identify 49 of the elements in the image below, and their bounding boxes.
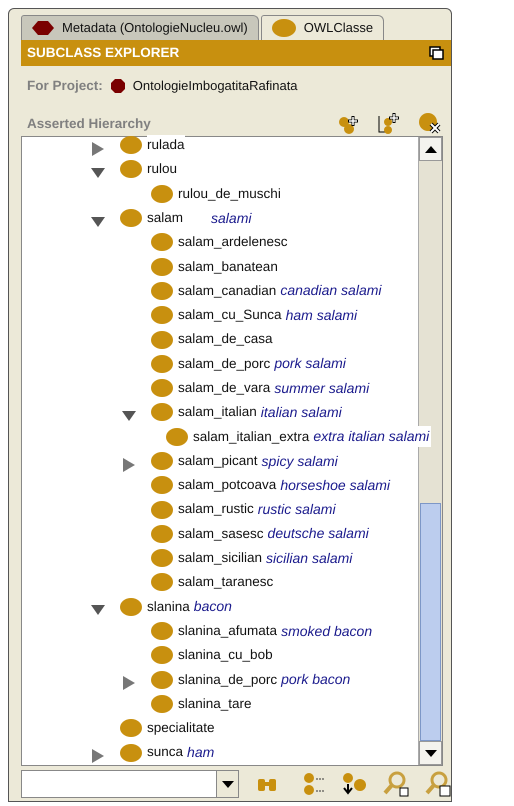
class-icon xyxy=(151,622,173,640)
class-icon xyxy=(151,549,173,568)
class-icon xyxy=(151,184,173,203)
class-icon xyxy=(151,573,173,592)
metadata-icon xyxy=(32,21,54,35)
class-icon xyxy=(151,282,173,300)
class-icon xyxy=(166,428,188,446)
class-icon xyxy=(151,258,173,276)
class-icon xyxy=(120,719,142,738)
class-icon xyxy=(120,598,142,616)
class-icon xyxy=(151,330,173,349)
class-icon xyxy=(120,744,142,762)
class-annotation: extra italian salami xyxy=(313,426,432,448)
project-name: OntologieImbogatitaRafinata xyxy=(132,77,298,96)
tab[interactable]: Metadata (OntologieNucleu.owl) xyxy=(21,15,259,40)
hierarchy-label: Asserted Hierarchy xyxy=(27,114,151,133)
dotted-list-icon[interactable] xyxy=(303,772,325,796)
down-arrow-icon xyxy=(424,750,436,756)
scroll-up-button[interactable] xyxy=(419,137,442,161)
class-icon xyxy=(151,694,173,713)
up-arrow-icon xyxy=(424,146,436,152)
class-icon xyxy=(120,136,142,154)
create-sibling-icon[interactable] xyxy=(377,112,401,134)
dropdown-caret-icon xyxy=(222,780,234,788)
project-label: For Project: xyxy=(27,76,103,95)
scroll-thumb[interactable] xyxy=(420,503,441,741)
class-icon xyxy=(151,306,173,324)
class-icon xyxy=(151,403,173,422)
delete-class-icon[interactable] xyxy=(417,112,443,134)
class-icon xyxy=(151,524,173,543)
class-icon xyxy=(120,209,142,228)
class-icon xyxy=(272,19,296,37)
class-icon xyxy=(120,160,142,178)
panel-title: SUBCLASS EXPLORER xyxy=(27,44,180,62)
project-icon xyxy=(110,79,125,93)
class-icon xyxy=(151,646,173,664)
maximize-icon[interactable] xyxy=(429,46,445,60)
class-icon xyxy=(151,233,173,252)
search-field[interactable] xyxy=(21,770,239,798)
class-icon xyxy=(151,354,173,373)
class-icon xyxy=(151,500,173,519)
class-icon xyxy=(151,379,173,398)
create-subclass-icon[interactable] xyxy=(337,114,361,134)
tab[interactable]: OWLClasse xyxy=(260,15,384,40)
class-icon xyxy=(151,476,173,494)
scroll-down-button[interactable] xyxy=(419,741,442,765)
class-icon xyxy=(151,670,173,689)
arrow-down-classes-icon[interactable] xyxy=(341,772,367,796)
class-icon xyxy=(151,452,173,470)
